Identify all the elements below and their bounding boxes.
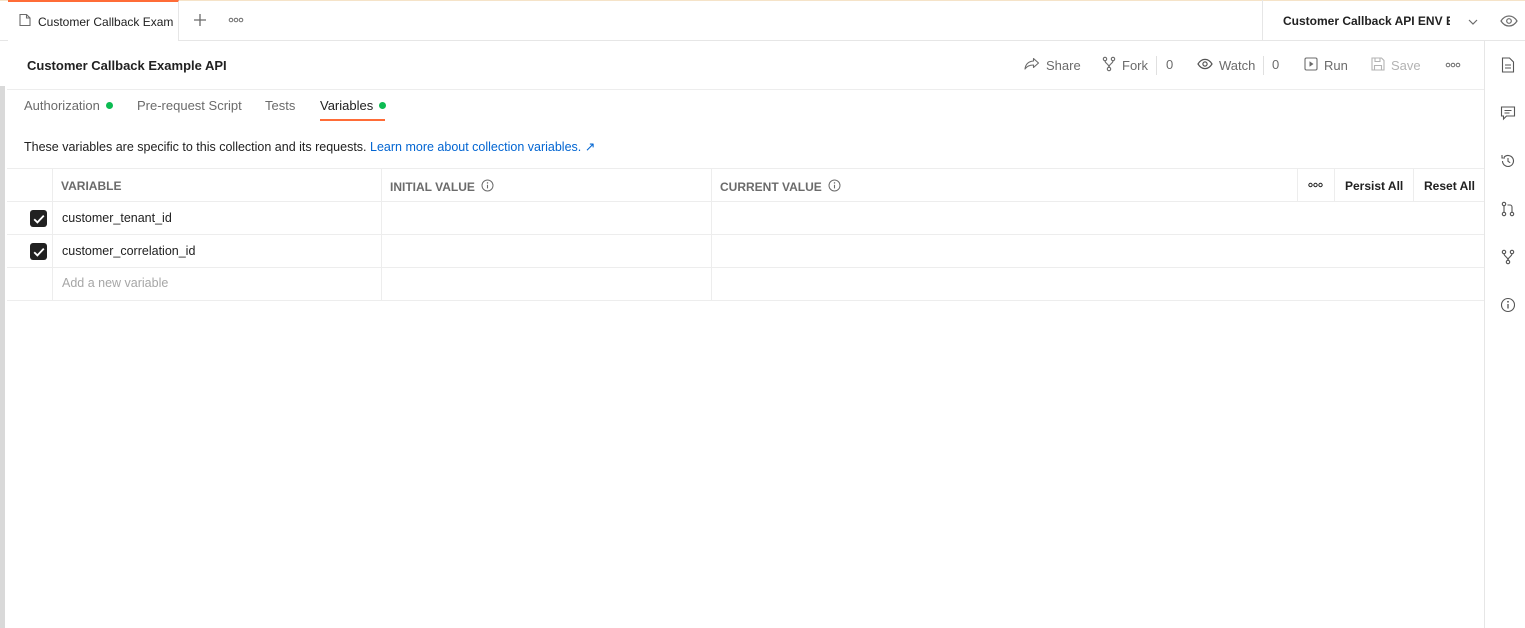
- collection-header: Customer Callback Example API Share Fork…: [7, 41, 1484, 90]
- run-label: Run: [1324, 57, 1348, 73]
- environment-name: Customer Callback API ENV Example: [1283, 13, 1450, 28]
- collection-icon: [18, 13, 32, 30]
- save-button[interactable]: Save: [1371, 55, 1421, 75]
- play-icon: [1304, 56, 1318, 74]
- run-button[interactable]: Run: [1304, 55, 1348, 75]
- tab-authorization[interactable]: Authorization: [24, 98, 113, 113]
- variable-name-cell[interactable]: customer_tenant_id: [62, 211, 172, 225]
- row-enabled-checkbox[interactable]: [30, 210, 47, 227]
- left-panel-edge[interactable]: [0, 86, 5, 628]
- new-initial-value-input[interactable]: [390, 277, 700, 293]
- row-enabled-checkbox[interactable]: [30, 243, 47, 260]
- new-variable-input[interactable]: Add a new variable: [62, 276, 168, 290]
- tab-label: Tests: [265, 98, 296, 113]
- column-divider: [52, 202, 53, 234]
- column-divider: [1334, 169, 1335, 201]
- share-button[interactable]: Share: [1024, 55, 1081, 75]
- documentation-icon[interactable]: [1499, 56, 1517, 74]
- share-icon: [1024, 57, 1040, 74]
- share-label: Share: [1046, 57, 1081, 73]
- watch-label: Watch: [1219, 57, 1256, 73]
- column-header-current-value: CURRENT VALUE: [720, 179, 841, 195]
- page-title: Customer Callback Example API: [27, 58, 227, 73]
- column-divider: [1413, 169, 1414, 201]
- column-divider: [52, 268, 53, 300]
- info-icon[interactable]: [481, 179, 494, 195]
- column-divider: [711, 169, 712, 201]
- table-options-more-icon[interactable]: [1308, 182, 1323, 188]
- column-label: VARIABLE: [61, 179, 122, 193]
- fork-button[interactable]: Fork: [1102, 55, 1148, 75]
- tab-label: Authorization: [24, 98, 100, 113]
- divider: [1263, 56, 1264, 75]
- new-current-value-input[interactable]: [720, 277, 1280, 293]
- status-dot: [105, 102, 113, 109]
- status-dot: [379, 102, 387, 109]
- column-divider: [52, 235, 53, 267]
- tab-bar: Customer Callback Example API Customer C…: [0, 0, 1525, 41]
- variables-description: These variables are specific to this col…: [24, 139, 595, 154]
- watch-count[interactable]: 0: [1272, 57, 1279, 72]
- info-icon[interactable]: [1499, 296, 1517, 314]
- info-icon[interactable]: [828, 179, 841, 195]
- active-tab-indicator: [320, 119, 385, 121]
- comments-icon[interactable]: [1499, 104, 1517, 122]
- divider: [1156, 56, 1157, 75]
- column-divider: [381, 235, 382, 267]
- table-row: customer_correlation_id: [7, 235, 1484, 268]
- new-tab-plus-icon[interactable]: [190, 10, 210, 30]
- tab-customer-callback[interactable]: Customer Callback Example API: [8, 0, 179, 41]
- tab-variables[interactable]: Variables: [320, 98, 387, 113]
- description-text: These variables are specific to this col…: [24, 140, 367, 154]
- fork-count[interactable]: 0: [1166, 57, 1173, 72]
- fork-icon: [1102, 56, 1116, 75]
- more-actions-icon[interactable]: [1445, 55, 1461, 75]
- column-divider: [52, 169, 53, 201]
- table-row: customer_tenant_id: [7, 202, 1484, 235]
- fork-label: Fork: [1122, 57, 1148, 73]
- save-label: Save: [1391, 57, 1421, 73]
- initial-value-cell[interactable]: [390, 211, 700, 227]
- column-divider: [381, 202, 382, 234]
- pull-requests-icon[interactable]: [1499, 200, 1517, 218]
- learn-more-link[interactable]: Learn more about collection variables. ↗: [370, 140, 595, 154]
- column-divider: [381, 169, 382, 201]
- reset-all-button[interactable]: Reset All: [1424, 179, 1475, 193]
- tab-title: Customer Callback Example API: [38, 14, 174, 29]
- fork-icon[interactable]: [1499, 248, 1517, 266]
- column-header-initial-value: INITIAL VALUE: [390, 179, 494, 195]
- history-icon[interactable]: [1499, 152, 1517, 170]
- column-header-variable: VARIABLE: [61, 179, 121, 193]
- tab-label: Variables: [320, 98, 374, 113]
- tab-label: Pre-request Script: [137, 98, 242, 113]
- variable-name-cell[interactable]: customer_correlation_id: [62, 244, 195, 258]
- right-sidebar: [1484, 41, 1525, 628]
- tab-pre-request-script[interactable]: Pre-request Script: [137, 98, 242, 113]
- eye-icon: [1197, 58, 1213, 73]
- column-divider: [711, 235, 712, 267]
- column-divider: [711, 202, 712, 234]
- current-value-cell[interactable]: [720, 211, 1280, 227]
- column-label: INITIAL VALUE: [390, 180, 475, 194]
- column-divider: [711, 268, 712, 300]
- table-row-new: Add a new variable: [7, 268, 1484, 301]
- tab-more-icon[interactable]: [226, 10, 246, 30]
- persist-all-button[interactable]: Persist All: [1345, 179, 1403, 193]
- chevron-down-icon: [1468, 15, 1478, 30]
- save-icon: [1371, 56, 1385, 74]
- table-header-row: VARIABLE INITIAL VALUE CURRENT VALUE Per…: [7, 168, 1484, 202]
- environment-quick-look-eye-icon[interactable]: [1499, 11, 1519, 31]
- initial-value-cell[interactable]: [390, 244, 700, 260]
- column-divider: [381, 268, 382, 300]
- environment-selector[interactable]: Customer Callback API ENV Example: [1262, 0, 1484, 41]
- column-label: CURRENT VALUE: [720, 180, 822, 194]
- column-divider: [1297, 169, 1298, 201]
- tab-tests[interactable]: Tests: [265, 98, 295, 113]
- watch-button[interactable]: Watch: [1197, 55, 1255, 75]
- current-value-cell[interactable]: [720, 244, 1280, 260]
